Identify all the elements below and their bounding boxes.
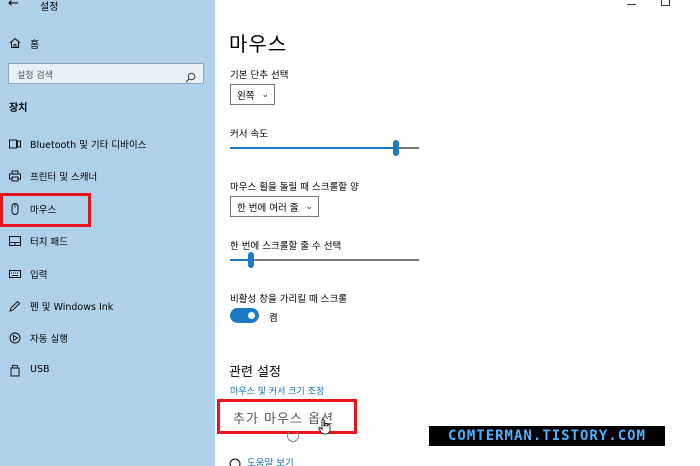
- sidebar-item-label: 입력: [30, 270, 48, 281]
- main-content: 마우스 기본 단추 선택 왼쪽 ⌄ 커서 속도 마우스 휠을 돌릴 때 스크롤할…: [215, 0, 700, 466]
- sidebar-item-autoplay[interactable]: 자동 실행: [0, 326, 215, 350]
- autoplay-icon: [9, 332, 21, 344]
- inactive-scroll-label: 비활성 창을 가리킬 때 스크롤: [230, 294, 347, 305]
- home-icon: [9, 37, 21, 49]
- sidebar-item-label: Bluetooth 및 기타 디바이스: [30, 140, 147, 151]
- pen-icon: [9, 300, 21, 312]
- sidebar-item-label: USB: [30, 364, 50, 375]
- sidebar-item-pen[interactable]: 펜 및 Windows Ink: [0, 294, 215, 318]
- sidebar-item-label: 프린터 및 스캐너: [30, 172, 98, 183]
- lines-to-scroll-label: 한 번에 스크롤할 줄 수 선택: [230, 241, 342, 252]
- primary-button-dropdown[interactable]: 왼쪽 ⌄: [230, 84, 276, 105]
- printer-icon: [9, 170, 21, 182]
- search-icon[interactable]: [185, 68, 196, 87]
- sidebar-item-typing[interactable]: 입력: [0, 262, 215, 286]
- sidebar-item-bluetooth[interactable]: Bluetooth 및 기타 디바이스: [0, 132, 215, 156]
- page-title: 마우스: [229, 32, 288, 56]
- chevron-down-icon: ⌄: [305, 201, 314, 212]
- help-link[interactable]: 도움말 보기: [247, 455, 294, 466]
- sidebar-item-touchpad[interactable]: 터치 패드: [0, 229, 215, 253]
- sidebar-item-printers[interactable]: 프린터 및 스캐너: [0, 164, 215, 188]
- toggle-state-label: 켬: [269, 313, 278, 324]
- sidebar-item-label: 터치 패드: [30, 237, 68, 248]
- lines-to-scroll-slider[interactable]: [230, 252, 419, 268]
- home-label: 홈: [30, 39, 40, 51]
- usb-icon: [9, 365, 21, 377]
- slider-fill: [230, 147, 396, 149]
- keyboard-icon: [9, 268, 21, 280]
- related-settings-title: 관련 설정: [229, 365, 281, 380]
- primary-button-label: 기본 단추 선택: [230, 70, 289, 81]
- bluetooth-devices-icon: [9, 138, 21, 150]
- watermark: COMTERMAN.TISTORY.COM: [429, 426, 665, 446]
- selected-highlight-box: [0, 193, 91, 227]
- search-placeholder: 설정 검색: [17, 71, 53, 81]
- hand-pointer-icon: [318, 419, 332, 439]
- back-arrow-icon[interactable]: ←: [8, 0, 19, 11]
- help-icon: [229, 455, 241, 466]
- sidebar: ← 설정 홈 설정 검색 장치 Bluetooth 및 기타 디바이스 프린터 …: [0, 0, 215, 466]
- app-title: 설정: [40, 2, 59, 13]
- mouse-cursor-size-link[interactable]: 마우스 및 커서 크기 조정: [230, 384, 324, 397]
- sidebar-item-label: 자동 실행: [30, 334, 68, 345]
- dropdown-value: 한 번에 여러 줄: [237, 202, 299, 214]
- touchpad-icon: [9, 235, 21, 247]
- section-label: 장치: [9, 103, 28, 114]
- wheel-scroll-dropdown[interactable]: 한 번에 여러 줄 ⌄: [230, 196, 320, 217]
- inactive-scroll-toggle[interactable]: [230, 308, 259, 323]
- cursor-speed-slider[interactable]: [230, 140, 419, 156]
- dropdown-value: 왼쪽: [237, 90, 255, 102]
- home-nav[interactable]: 홈: [9, 36, 40, 51]
- cursor-speed-label: 커서 속도: [230, 129, 268, 140]
- busy-cursor-icon: [287, 430, 299, 442]
- sidebar-item-label: 펜 및 Windows Ink: [30, 302, 114, 313]
- toggle-knob: [248, 312, 255, 319]
- highlight-box: [217, 399, 357, 434]
- search-input[interactable]: 설정 검색: [8, 63, 204, 84]
- wheel-scroll-label: 마우스 휠을 돌릴 때 스크롤할 양: [230, 182, 359, 193]
- slider-thumb[interactable]: [248, 252, 254, 268]
- slider-thumb[interactable]: [393, 140, 399, 156]
- sidebar-item-usb[interactable]: USB: [0, 359, 215, 383]
- chevron-down-icon: ⌄: [261, 89, 270, 100]
- title-bar: ← 설정: [0, 0, 215, 14]
